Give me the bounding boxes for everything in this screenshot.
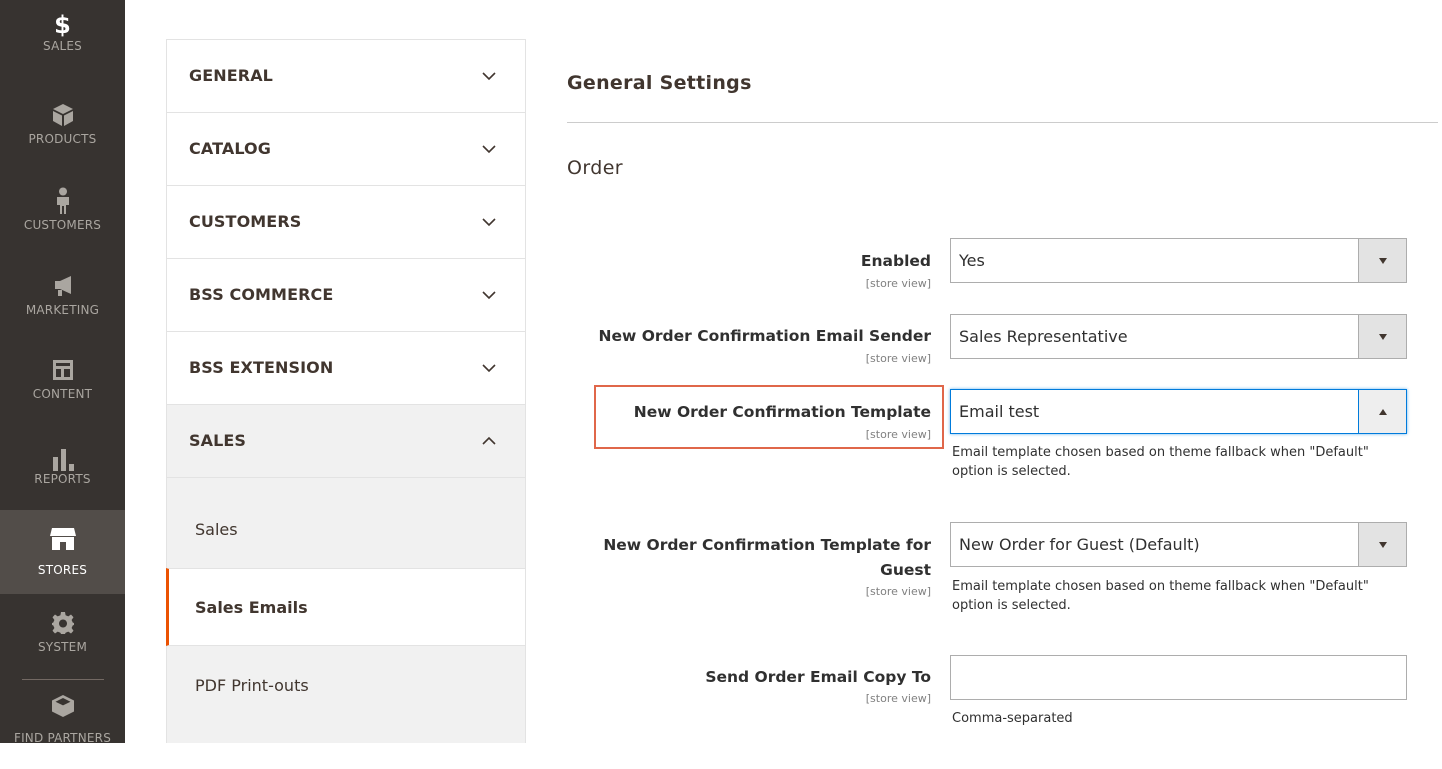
tab-catalog[interactable]: CATALOG — [166, 112, 526, 185]
caret-down-icon — [1378, 333, 1387, 340]
tab-title: BSS COMMERCE — [189, 285, 334, 304]
tab-title: CUSTOMERS — [189, 212, 302, 231]
nav-label: CUSTOMERS — [23, 218, 102, 232]
bar-chart-icon — [0, 446, 125, 472]
admin-sidebar: $ SALES PRODUCTS CUSTOMERS MARKETING CON… — [0, 0, 125, 745]
nav-item-marketing[interactable]: MARKETING — [0, 259, 125, 343]
tab-item-pdf-printouts[interactable]: PDF Print-outs — [166, 646, 526, 743]
tab-item-sales-emails[interactable]: Sales Emails — [166, 568, 526, 646]
storefront-icon — [0, 526, 125, 552]
field-label-email-sender: New Order Confirmation Email Sender — [598, 327, 931, 345]
dropdown-arrow[interactable] — [1358, 523, 1406, 566]
group-title[interactable]: Order — [567, 157, 623, 179]
dropdown-arrow[interactable] — [1358, 315, 1406, 358]
nav-item-system[interactable]: SYSTEM — [0, 596, 125, 680]
confirmation-template-select[interactable]: Email test — [950, 389, 1407, 434]
nav-item-content[interactable]: CONTENT — [0, 343, 125, 427]
nav-label: PRODUCTS — [28, 132, 97, 146]
field-scope: [store view] — [865, 585, 931, 598]
nav-item-reports[interactable]: REPORTS — [0, 428, 125, 512]
dropdown-arrow[interactable] — [1358, 390, 1406, 433]
select-value: Email test — [959, 402, 1040, 421]
tab-title: GENERAL — [189, 66, 273, 85]
box-icon — [0, 102, 125, 128]
dollar-icon: $ — [54, 11, 71, 39]
field-label-template-guest-line1: New Order Confirmation Template for — [603, 536, 931, 554]
caret-up-icon — [1378, 408, 1387, 415]
tab-sales[interactable]: SALES — [166, 404, 526, 477]
tab-item-label: Sales — [195, 520, 238, 539]
cube-icon — [0, 693, 125, 719]
megaphone-icon — [0, 273, 125, 299]
chevron-down-icon — [482, 364, 496, 373]
nav-divider — [22, 679, 104, 680]
field-label-email-copy-to: Send Order Email Copy To — [705, 668, 931, 686]
tab-title: SALES — [189, 431, 247, 450]
tab-title: CATALOG — [189, 139, 271, 158]
field-scope: [store view] — [865, 352, 931, 365]
email-copy-to-input[interactable] — [950, 655, 1407, 700]
config-tabs-panel: GENERAL CATALOG CUSTOMERS BSS COMMERCE B… — [166, 39, 526, 743]
select-value: Sales Representative — [959, 327, 1128, 346]
nav-label: SALES — [43, 39, 82, 53]
config-form: General Settings Order Enabled [store vi… — [567, 0, 1442, 743]
caret-down-icon — [1378, 541, 1387, 548]
field-scope: [store view] — [865, 277, 931, 290]
tab-customers[interactable]: CUSTOMERS — [166, 185, 526, 258]
tab-item-sales[interactable]: Sales — [166, 477, 526, 568]
person-icon — [0, 187, 125, 214]
email-sender-select[interactable]: Sales Representative — [950, 314, 1407, 359]
chevron-down-icon — [482, 291, 496, 300]
section-divider — [567, 122, 1438, 123]
tab-bss-commerce[interactable]: BSS COMMERCE — [166, 258, 526, 331]
tab-title: BSS EXTENSION — [189, 358, 334, 377]
chevron-down-icon — [482, 145, 496, 154]
enabled-select[interactable]: Yes — [950, 238, 1407, 283]
nav-item-find-partners[interactable]: FIND PARTNERS — [0, 685, 125, 769]
field-note: Email template chosen based on theme fal… — [952, 445, 1369, 479]
nav-label: CONTENT — [32, 387, 93, 401]
nav-item-products[interactable]: PRODUCTS — [0, 88, 125, 172]
field-label-enabled: Enabled — [860, 252, 931, 270]
nav-label: SYSTEM — [37, 640, 88, 654]
field-scope: [store view] — [865, 692, 931, 705]
tab-general[interactable]: GENERAL — [166, 39, 526, 112]
field-note: Email template chosen based on theme fal… — [952, 579, 1369, 613]
nav-item-stores[interactable]: STORES — [0, 510, 125, 594]
nav-label: REPORTS — [34, 472, 91, 486]
dropdown-arrow[interactable] — [1358, 239, 1406, 282]
nav-item-sales[interactable]: $ SALES — [0, 0, 125, 84]
field-note: Comma-separated — [952, 711, 1073, 726]
field-label-template-guest-line2: Guest — [880, 561, 931, 579]
highlight-annotation — [594, 385, 944, 449]
nav-item-customers[interactable]: CUSTOMERS — [0, 174, 125, 258]
tab-item-label: Sales Emails — [195, 598, 308, 617]
gear-icon — [0, 610, 125, 636]
chevron-up-icon — [482, 436, 496, 445]
nav-label: MARKETING — [25, 303, 100, 317]
nav-label: STORES — [37, 563, 88, 577]
select-value: Yes — [959, 251, 985, 270]
section-title[interactable]: General Settings — [567, 72, 752, 94]
tab-bss-extension[interactable]: BSS EXTENSION — [166, 331, 526, 404]
chevron-down-icon — [482, 218, 496, 227]
chevron-down-icon — [482, 72, 496, 81]
select-value: New Order for Guest (Default) — [959, 535, 1200, 554]
layout-icon — [0, 357, 125, 383]
caret-down-icon — [1378, 257, 1387, 264]
tab-item-label: PDF Print-outs — [195, 676, 309, 695]
guest-template-select[interactable]: New Order for Guest (Default) — [950, 522, 1407, 567]
